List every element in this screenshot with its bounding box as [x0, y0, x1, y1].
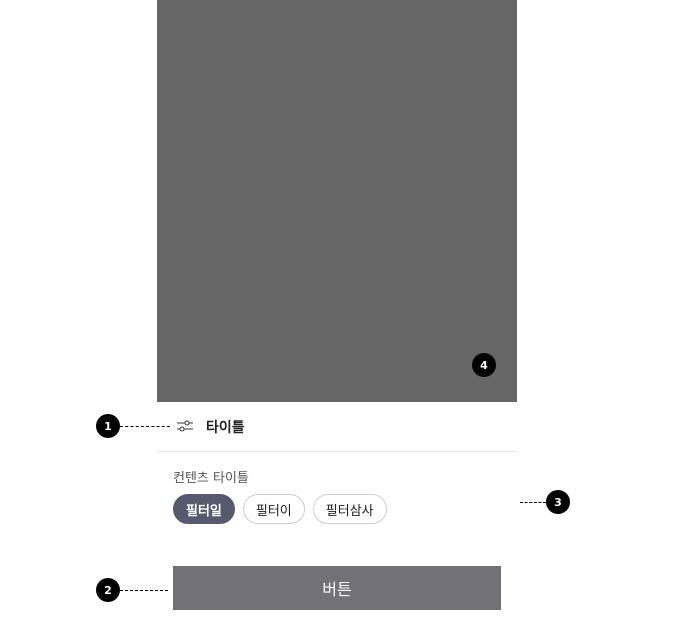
annotation-leader-1	[120, 426, 170, 427]
filter-sliders-icon	[177, 420, 193, 432]
content-title: 컨텐츠 타이틀	[173, 471, 249, 486]
annotation-marker-1: 1	[96, 414, 120, 438]
filter-chip-group: 필터일 필터이 필터삼사	[173, 494, 387, 524]
sheet-title: 타이틀	[206, 420, 245, 436]
bottom-sheet: 타이틀 컨텐츠 타이틀 필터일 필터이 필터삼사 버튼	[157, 402, 517, 640]
sheet-header: 타이틀	[157, 402, 517, 452]
primary-button[interactable]: 버튼	[173, 566, 501, 610]
annotation-marker-3: 3	[546, 490, 570, 514]
dim-overlay[interactable]	[157, 0, 517, 402]
annotation-leader-3	[520, 502, 546, 503]
filter-chip-2[interactable]: 필터이	[242, 494, 305, 524]
annotation-marker-4: 4	[472, 353, 496, 377]
annotation-marker-2: 2	[96, 578, 120, 602]
filter-chip-3[interactable]: 필터삼사	[312, 494, 387, 524]
filter-chip-1[interactable]: 필터일	[173, 494, 235, 524]
annotation-leader-2	[120, 590, 168, 591]
